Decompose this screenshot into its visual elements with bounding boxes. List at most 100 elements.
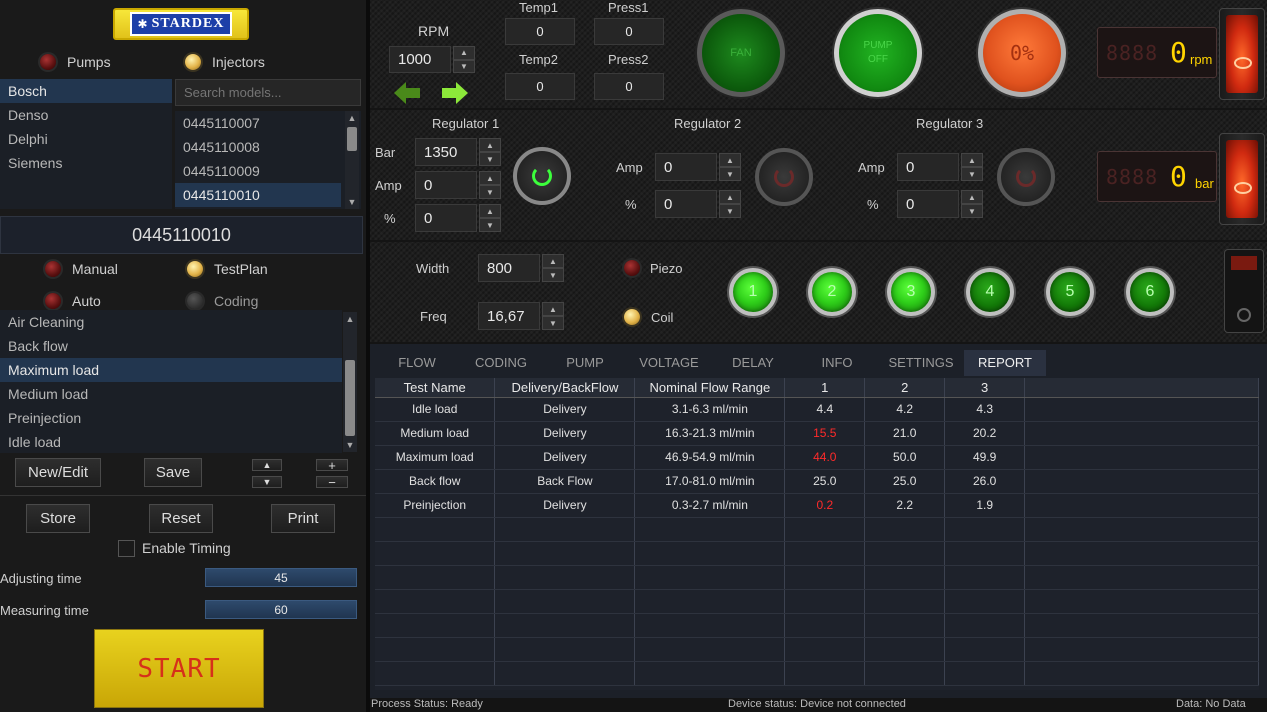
list-item[interactable]: Denso — [0, 103, 172, 127]
regulator2-amp-stepper[interactable]: ▲ ▼ — [719, 153, 741, 181]
manual-radio[interactable] — [45, 261, 61, 277]
power-toggle-3[interactable] — [1224, 249, 1264, 333]
new-edit-button[interactable]: New/Edit — [15, 458, 101, 487]
list-item[interactable]: Siemens — [0, 151, 172, 175]
regulator3-power-button[interactable] — [997, 148, 1055, 206]
channel-4-button[interactable]: 4 — [966, 268, 1014, 316]
start-button[interactable]: START — [94, 629, 264, 708]
regulator1-pct-input[interactable]: 0 — [415, 204, 477, 232]
chevron-down-icon[interactable]: ▼ — [542, 316, 564, 330]
list-item[interactable]: Maximum load — [0, 358, 342, 382]
channel-1-button[interactable]: 1 — [729, 268, 777, 316]
tab-pump[interactable]: PUMP — [558, 350, 612, 376]
scroll-up-icon[interactable]: ▲ — [343, 312, 357, 326]
list-item[interactable]: 0445110008 — [175, 135, 341, 159]
regulator1-bar-input[interactable]: 1350 — [415, 138, 477, 166]
width-input[interactable]: 800 — [478, 254, 540, 282]
pumps-radio[interactable] — [40, 54, 56, 70]
piezo-radio[interactable] — [624, 260, 640, 276]
list-item[interactable]: Medium load — [0, 382, 342, 406]
move-up-button[interactable]: ▲ — [252, 459, 282, 471]
table-row[interactable]: Idle load Delivery 3.1-6.3 ml/min 4.4 4.2 4.3 — [375, 397, 1259, 422]
arrow-left-icon[interactable] — [394, 82, 406, 104]
table-row[interactable]: Preinjection Delivery 0.3-2.7 ml/min 0.2 2.2… — [375, 493, 1259, 518]
list-item[interactable]: 0445110009 — [175, 159, 341, 183]
tab-settings[interactable]: SETTINGS — [882, 350, 960, 376]
list-item[interactable]: Preinjection — [0, 406, 342, 430]
scroll-down-icon[interactable]: ▼ — [343, 438, 357, 452]
plus-button[interactable]: + — [316, 458, 348, 473]
list-item[interactable]: 0445110010 — [175, 183, 341, 207]
power-toggle-1[interactable] — [1219, 8, 1265, 100]
chevron-down-icon[interactable]: ▼ — [479, 185, 501, 199]
chevron-down-icon[interactable]: ▼ — [719, 167, 741, 181]
chevron-down-icon[interactable]: ▼ — [542, 268, 564, 282]
scroll-down-icon[interactable]: ▼ — [345, 195, 359, 209]
scroll-up-icon[interactable]: ▲ — [345, 111, 359, 125]
tab-coding[interactable]: CODING — [469, 350, 533, 376]
table-row[interactable]: Maximum load Delivery 46.9-54.9 ml/min 44.0… — [375, 445, 1259, 470]
rpm-input[interactable]: 1000 — [389, 46, 451, 73]
chevron-up-icon[interactable]: ▲ — [479, 204, 501, 218]
list-item[interactable]: Idle load — [0, 430, 342, 453]
coil-radio[interactable] — [624, 309, 640, 325]
regulator3-amp-input[interactable]: 0 — [897, 153, 959, 181]
test-list-scrollbar[interactable]: ▲ ▼ — [343, 312, 357, 452]
chevron-down-icon[interactable]: ▼ — [479, 218, 501, 232]
tab-info[interactable]: INFO — [814, 350, 860, 376]
chevron-up-icon[interactable]: ▲ — [542, 254, 564, 268]
store-button[interactable]: Store — [26, 504, 90, 533]
width-stepper[interactable]: ▲ ▼ — [542, 254, 564, 282]
chevron-down-icon[interactable]: ▼ — [961, 167, 983, 181]
channel-3-button[interactable]: 3 — [887, 268, 935, 316]
channel-5-button[interactable]: 5 — [1046, 268, 1094, 316]
regulator2-pct-input[interactable]: 0 — [655, 190, 717, 218]
list-item[interactable]: Back flow — [0, 334, 342, 358]
model-list-scrollbar[interactable]: ▲ ▼ — [345, 111, 359, 209]
chevron-up-icon[interactable]: ▲ — [479, 171, 501, 185]
search-input[interactable] — [175, 79, 361, 106]
list-item[interactable]: Delphi — [0, 127, 172, 151]
save-button[interactable]: Save — [144, 458, 202, 487]
tab-voltage[interactable]: VOLTAGE — [634, 350, 704, 376]
regulator2-pct-stepper[interactable]: ▲ ▼ — [719, 190, 741, 218]
chevron-up-icon[interactable]: ▲ — [719, 190, 741, 204]
chevron-up-icon[interactable]: ▲ — [542, 302, 564, 316]
regulator2-power-button[interactable] — [755, 148, 813, 206]
arrow-right-icon[interactable] — [456, 82, 468, 104]
freq-stepper[interactable]: ▲ ▼ — [542, 302, 564, 330]
regulator1-amp-input[interactable]: 0 — [415, 171, 477, 199]
channel-6-button[interactable]: 6 — [1126, 268, 1174, 316]
regulator1-amp-stepper[interactable]: ▲ ▼ — [479, 171, 501, 199]
rpm-stepper[interactable]: ▲ ▼ — [453, 46, 475, 73]
fan-button[interactable]: FAN — [697, 9, 785, 97]
chevron-down-icon[interactable]: ▼ — [479, 152, 501, 166]
chevron-up-icon[interactable]: ▲ — [961, 153, 983, 167]
move-down-button[interactable]: ▼ — [252, 476, 282, 488]
enable-timing-checkbox[interactable] — [118, 540, 135, 557]
list-item[interactable]: Air Cleaning — [0, 310, 342, 334]
channel-2-button[interactable]: 2 — [808, 268, 856, 316]
chevron-up-icon[interactable]: ▲ — [719, 153, 741, 167]
chevron-up-icon[interactable]: ▲ — [961, 190, 983, 204]
regulator1-bar-stepper[interactable]: ▲ ▼ — [479, 138, 501, 166]
list-item[interactable]: Bosch — [0, 79, 172, 103]
percent-button[interactable]: 0% — [978, 9, 1066, 97]
regulator2-amp-input[interactable]: 0 — [655, 153, 717, 181]
regulator1-power-button[interactable] — [513, 147, 571, 205]
print-button[interactable]: Print — [271, 504, 335, 533]
regulator3-pct-stepper[interactable]: ▲ ▼ — [961, 190, 983, 218]
tab-report[interactable]: REPORT — [964, 350, 1046, 376]
regulator1-pct-stepper[interactable]: ▲ ▼ — [479, 204, 501, 232]
regulator3-amp-stepper[interactable]: ▲ ▼ — [961, 153, 983, 181]
tab-flow[interactable]: FLOW — [389, 350, 445, 376]
coding-radio[interactable] — [187, 293, 203, 309]
tab-delay[interactable]: DELAY — [726, 350, 780, 376]
chevron-up-icon[interactable]: ▲ — [453, 46, 475, 60]
auto-radio[interactable] — [45, 293, 61, 309]
list-item[interactable]: 0445110007 — [175, 111, 341, 135]
freq-input[interactable]: 16,67 — [478, 302, 540, 330]
power-toggle-2[interactable] — [1219, 133, 1265, 225]
pump-button[interactable]: PUMP OFF — [834, 9, 922, 97]
chevron-down-icon[interactable]: ▼ — [453, 59, 475, 73]
